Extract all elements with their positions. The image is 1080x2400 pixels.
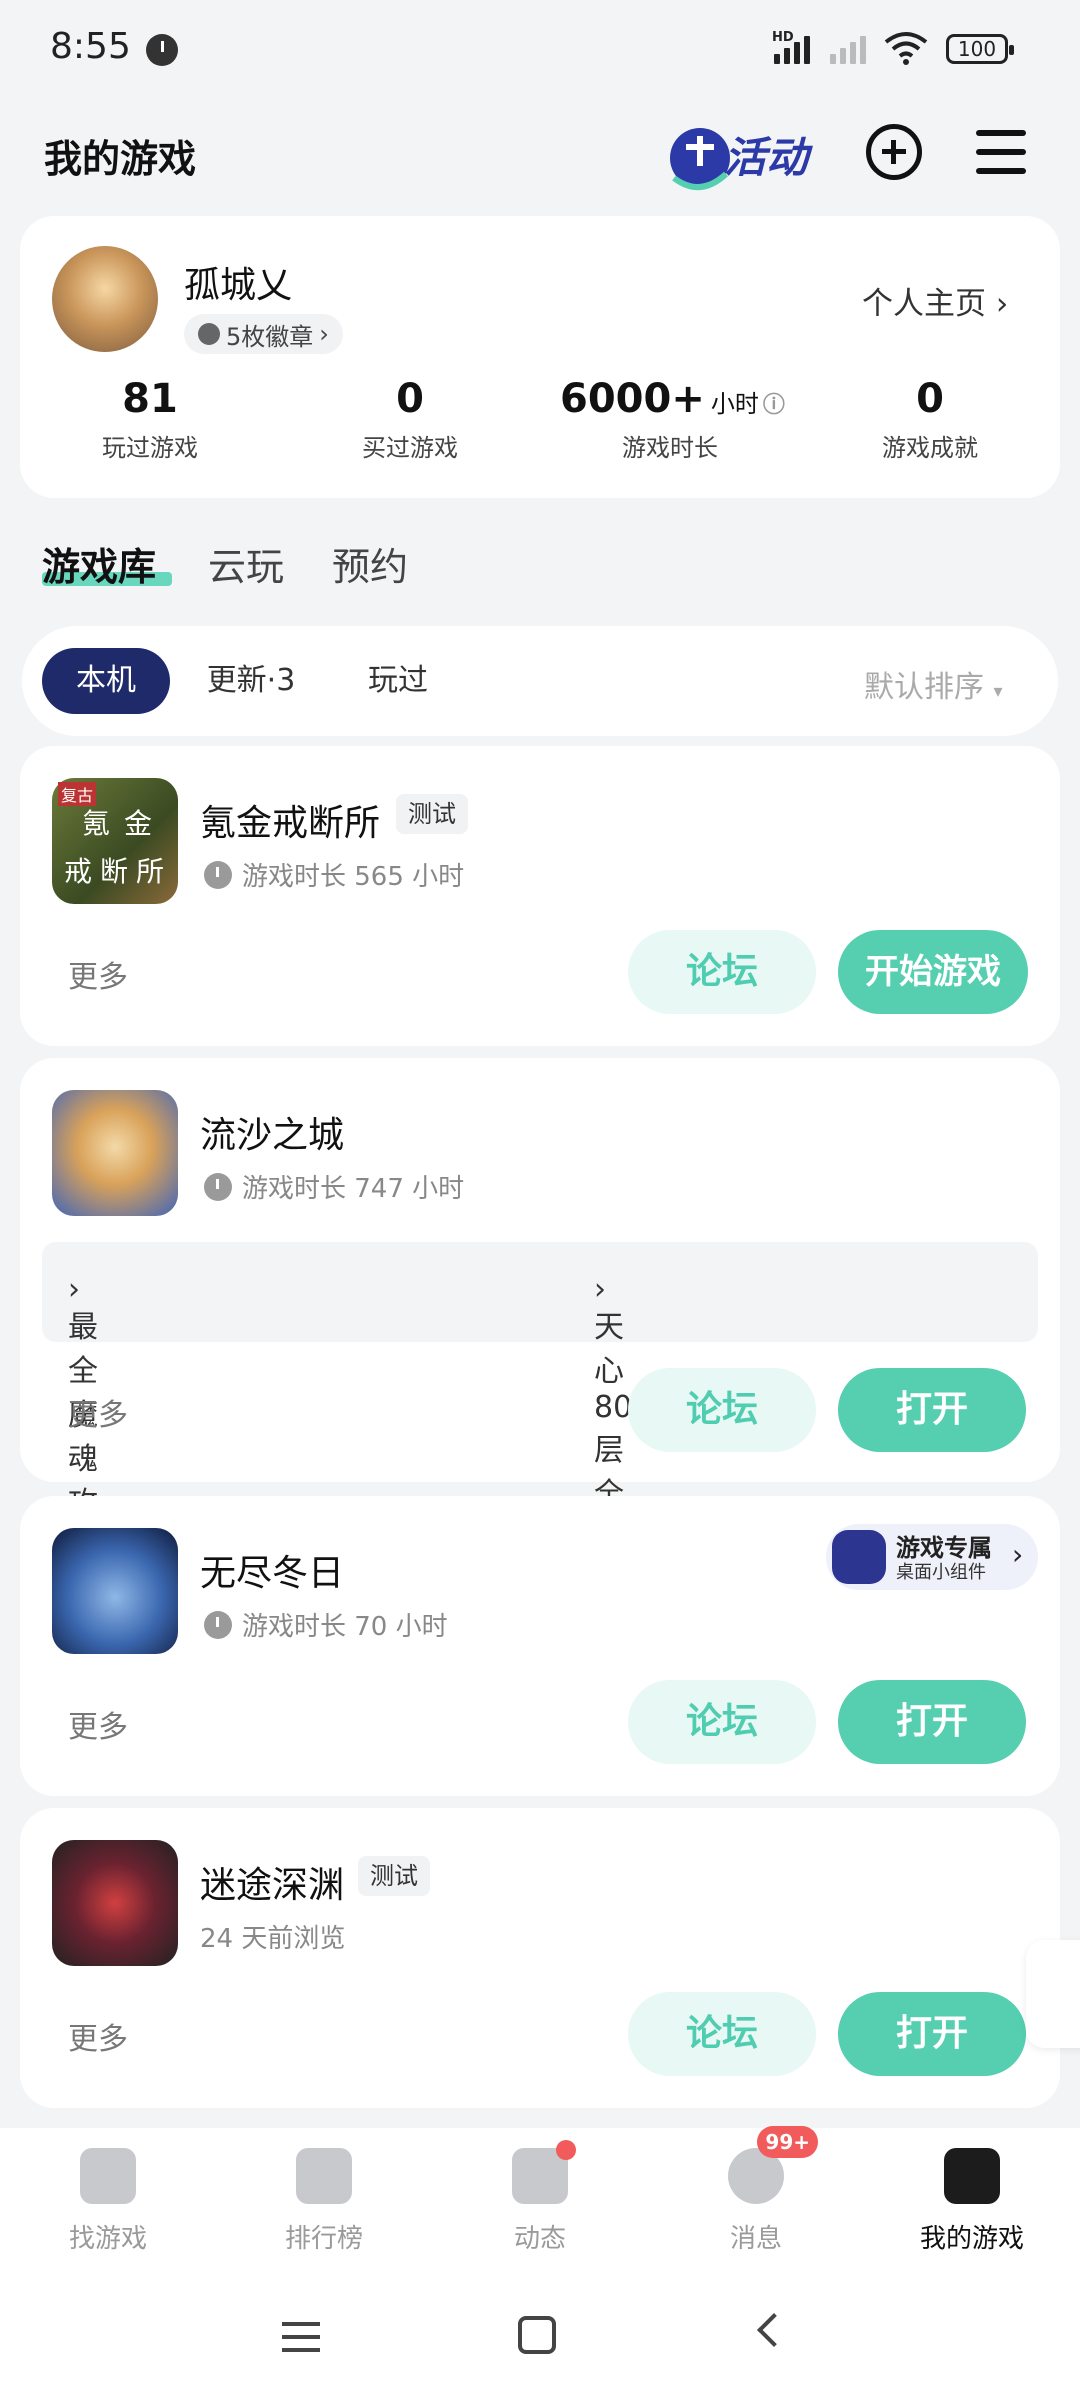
tab-library[interactable]: 游戏库: [42, 536, 156, 591]
battery-icon: 100: [946, 34, 1014, 64]
chevron-right-icon: ›: [1012, 1538, 1024, 1571]
more-button[interactable]: 更多: [68, 2014, 128, 2058]
game-meta: 游戏时长 747 小时: [204, 1168, 464, 1205]
stat-value: 81: [122, 376, 178, 422]
activity-label: 活动: [724, 133, 809, 182]
filter-played[interactable]: 玩过: [348, 648, 448, 714]
status-bar: 8:55 HD 100: [0, 0, 1080, 96]
chevron-right-icon: ›: [995, 286, 1009, 322]
medal-icon: [198, 323, 220, 345]
status-time: 8:55: [50, 26, 131, 67]
game-meta: 24 天前浏览: [200, 1918, 345, 1955]
open-button[interactable]: 打开: [838, 1368, 1026, 1452]
menu-icon[interactable]: [976, 130, 1026, 174]
sort-dropdown[interactable]: 默认排序 ▾: [864, 662, 1003, 706]
page-title: 我的游戏: [44, 137, 197, 181]
start-game-button[interactable]: 开始游戏: [838, 930, 1028, 1014]
game-icon[interactable]: [52, 1090, 178, 1216]
stat-value: 6000+: [560, 376, 705, 422]
stat-value: 0: [916, 376, 944, 422]
username: 孤城乂: [184, 265, 293, 306]
game-meta: 游戏时长 70 小时: [204, 1606, 448, 1643]
forum-button[interactable]: 论坛: [628, 930, 816, 1014]
game-meta: 游戏时长 565 小时: [204, 856, 464, 893]
timer-icon: [204, 860, 232, 889]
forum-button[interactable]: 论坛: [628, 1368, 816, 1452]
game-icon[interactable]: [52, 1840, 178, 1966]
floating-download-button[interactable]: [1026, 1940, 1080, 2048]
stat-label: 买过游戏: [362, 434, 458, 462]
game-icon[interactable]: 复古 氪 金 戒 断 所: [52, 778, 178, 904]
game-playtime: 游戏时长 565 小时: [242, 862, 465, 892]
stat-playtime[interactable]: 6000+ 小时 ⓘ 游戏时长: [560, 376, 785, 463]
feed-icon: [512, 2140, 576, 2204]
gamepad-icon: [832, 1530, 886, 1584]
test-tag: 测试: [358, 1856, 430, 1896]
tab-reserve[interactable]: 预约: [332, 536, 408, 591]
game-playtime: 游戏时长 70 小时: [242, 1612, 448, 1642]
more-button[interactable]: 更多: [68, 1702, 128, 1746]
nav-feed[interactable]: 动态: [432, 2140, 648, 2255]
tab-cloud[interactable]: 云玩: [208, 536, 284, 591]
badge-chip[interactable]: 5枚徽章 ›: [184, 314, 343, 354]
nav-ranking[interactable]: 排行榜: [216, 2148, 432, 2255]
badge-count: 5枚徽章: [226, 322, 314, 351]
sort-label: 默认排序: [864, 670, 984, 705]
caret-down-icon: ▾: [993, 681, 1003, 702]
strategy-bar: 最全魔魂攻略 › 天心80层全通 ›: [42, 1242, 1038, 1565]
timer-icon: [204, 1610, 232, 1639]
game-playtime: 游戏时长 747 小时: [242, 1174, 465, 1204]
my-games-icon: [944, 2148, 1000, 2204]
stat-label: 游戏时长: [622, 434, 718, 462]
nav-find-game[interactable]: 找游戏: [0, 2148, 216, 2255]
find-game-icon: [80, 2148, 136, 2204]
notification-dot: [556, 2140, 576, 2160]
add-icon[interactable]: [866, 124, 922, 180]
filter-updates[interactable]: 更新·3: [196, 648, 306, 714]
game-name[interactable]: 流沙之城: [200, 1106, 344, 1158]
stat-label: 游戏成就: [882, 434, 978, 462]
chevron-right-icon: ›: [319, 320, 329, 348]
ranking-icon: [296, 2148, 352, 2204]
strategy-link[interactable]: 天心80层全通 ›: [594, 1272, 632, 1556]
info-icon: ⓘ: [762, 393, 785, 418]
message-icon: 99+: [728, 2126, 818, 2204]
message-count-badge: 99+: [757, 2126, 818, 2158]
forum-button[interactable]: 论坛: [628, 1992, 816, 2076]
forum-button[interactable]: 论坛: [628, 1680, 816, 1764]
signal-off-icon: [830, 34, 866, 64]
stat-achievements[interactable]: 0 游戏成就: [820, 376, 1040, 463]
home-icon[interactable]: [518, 2316, 556, 2354]
game-name[interactable]: 迷途深渊: [200, 1856, 344, 1908]
avatar[interactable]: [52, 246, 158, 352]
strategy-link[interactable]: 最全魔魂攻略 ›: [68, 1272, 98, 1565]
nav-my-games[interactable]: 我的游戏: [864, 2148, 1080, 2255]
game-name[interactable]: 氪金戒断所: [200, 794, 380, 846]
timer-icon: [204, 1172, 232, 1201]
open-button[interactable]: 打开: [838, 1992, 1026, 2076]
open-button[interactable]: 打开: [838, 1680, 1026, 1764]
more-button[interactable]: 更多: [68, 1390, 128, 1434]
stat-bought[interactable]: 0 买过游戏: [300, 376, 520, 463]
recent-apps-icon[interactable]: [282, 2322, 320, 2352]
widget-subtitle: 桌面小组件: [896, 1562, 986, 1583]
more-button[interactable]: 更多: [68, 952, 128, 996]
stat-label: 玩过游戏: [102, 434, 198, 462]
desktop-widget-button[interactable]: 游戏专属 桌面小组件 ›: [826, 1524, 1038, 1590]
filter-local[interactable]: 本机: [42, 648, 170, 714]
clock-icon: [146, 34, 178, 66]
game-icon[interactable]: [52, 1528, 178, 1654]
game-name[interactable]: 无尽冬日: [200, 1544, 344, 1596]
test-tag: 测试: [396, 794, 468, 834]
stat-played[interactable]: 81 玩过游戏: [40, 376, 260, 463]
signal-icon: [774, 34, 810, 64]
nav-messages[interactable]: 99+ 消息: [648, 2126, 864, 2255]
game-last-viewed: 24 天前浏览: [200, 1924, 346, 1954]
homepage-link[interactable]: 个人主页 ›: [862, 278, 1008, 323]
stat-value: 0: [396, 376, 424, 422]
homepage-label: 个人主页: [862, 286, 986, 322]
stat-unit: 小时: [710, 390, 759, 418]
wifi-icon: [884, 32, 928, 65]
